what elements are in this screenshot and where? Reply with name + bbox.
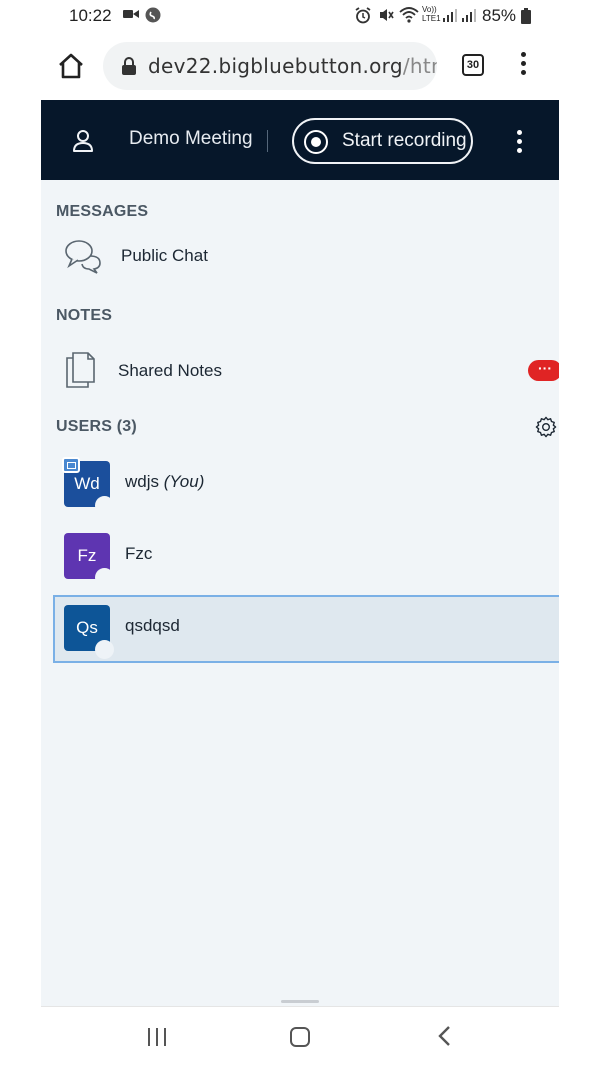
options-menu-icon[interactable] xyxy=(512,130,526,156)
chat-icon xyxy=(65,240,101,274)
system-home-icon[interactable] xyxy=(290,1027,310,1047)
notes-section-title: NOTES xyxy=(56,307,113,324)
avatar: Qs xyxy=(64,605,114,659)
user-list-panel: MESSAGES Public Chat NOTES Shared Notes … xyxy=(41,180,559,1006)
volte-indicator: Vo)) LTE1 xyxy=(422,5,441,23)
meeting-title: Demo Meeting xyxy=(129,128,253,149)
signal-2-icon xyxy=(462,9,476,22)
signal-1-icon xyxy=(443,9,457,22)
user-name: wdjs (You) xyxy=(125,472,204,492)
wifi-icon xyxy=(399,7,419,23)
video-call-icon xyxy=(123,10,139,18)
browser-menu-icon[interactable] xyxy=(515,52,531,80)
notes-icon xyxy=(66,352,95,388)
status-time: 10:22 xyxy=(69,6,112,25)
messages-section-title: MESSAGES xyxy=(56,203,149,220)
user-name: qsdqsd xyxy=(125,616,180,635)
panel-drag-handle[interactable] xyxy=(281,1000,319,1003)
user-name-text: wdjs xyxy=(125,472,160,491)
user-list-item[interactable]: Fz Fzc xyxy=(53,523,559,591)
gear-icon[interactable] xyxy=(535,416,557,438)
user-name: Fzc xyxy=(125,544,153,563)
battery-icon xyxy=(521,8,531,24)
battery-percent: 85% xyxy=(482,6,517,25)
status-bar: 10:22 Vo)) LTE1 85% xyxy=(41,0,559,32)
users-section-title: USERS (3) xyxy=(56,418,137,435)
recent-apps-icon[interactable] xyxy=(147,1027,167,1047)
avatar: Wd xyxy=(62,457,114,515)
url-text: dev22.bigbluebutton.org/htm xyxy=(148,54,437,78)
user-list-toggle-icon[interactable] xyxy=(71,128,95,152)
public-chat-item[interactable]: Public Chat xyxy=(53,230,353,280)
system-nav-bar xyxy=(41,1006,559,1067)
url-path: /htm xyxy=(402,54,437,78)
alarm-icon xyxy=(355,7,371,24)
avatar-initials: Qs xyxy=(76,618,98,637)
lock-icon xyxy=(122,57,136,75)
presence-dot xyxy=(95,568,114,587)
user-list-item-selected[interactable]: Qs qsdqsd xyxy=(53,595,559,663)
avatar-initials: Wd xyxy=(74,474,100,493)
browser-toolbar: dev22.bigbluebutton.org/htm 30 xyxy=(41,32,559,100)
address-bar[interactable]: dev22.bigbluebutton.org/htm xyxy=(103,42,437,90)
mute-icon xyxy=(380,9,394,21)
phone-screen: 10:22 Vo)) LTE1 85% dev22.bigbluebutton.… xyxy=(41,0,559,1067)
presenter-icon xyxy=(62,457,80,473)
tab-switcher-button[interactable]: 30 xyxy=(462,54,484,76)
record-icon xyxy=(304,130,328,154)
public-chat-label: Public Chat xyxy=(121,246,208,265)
back-icon[interactable] xyxy=(437,1025,453,1047)
presence-dot xyxy=(95,640,114,659)
shazam-icon xyxy=(145,7,161,23)
you-label: (You) xyxy=(163,472,205,491)
meeting-header: Demo Meeting Start recording xyxy=(41,100,559,180)
presence-dot xyxy=(95,496,114,515)
shared-notes-label: Shared Notes xyxy=(118,361,222,380)
url-domain: dev22.bigbluebutton.org xyxy=(148,54,403,78)
avatar: Fz xyxy=(64,533,114,587)
shared-notes-item[interactable]: Shared Notes xyxy=(53,345,559,395)
avatar-initials: Fz xyxy=(77,546,97,565)
notes-unread-badge: ··· xyxy=(528,360,559,381)
record-label: Start recording xyxy=(342,130,467,151)
user-list-item[interactable]: Wd wdjs (You) xyxy=(53,451,559,519)
header-divider xyxy=(267,130,268,152)
start-recording-button[interactable]: Start recording xyxy=(292,118,473,164)
home-icon[interactable] xyxy=(57,52,85,80)
